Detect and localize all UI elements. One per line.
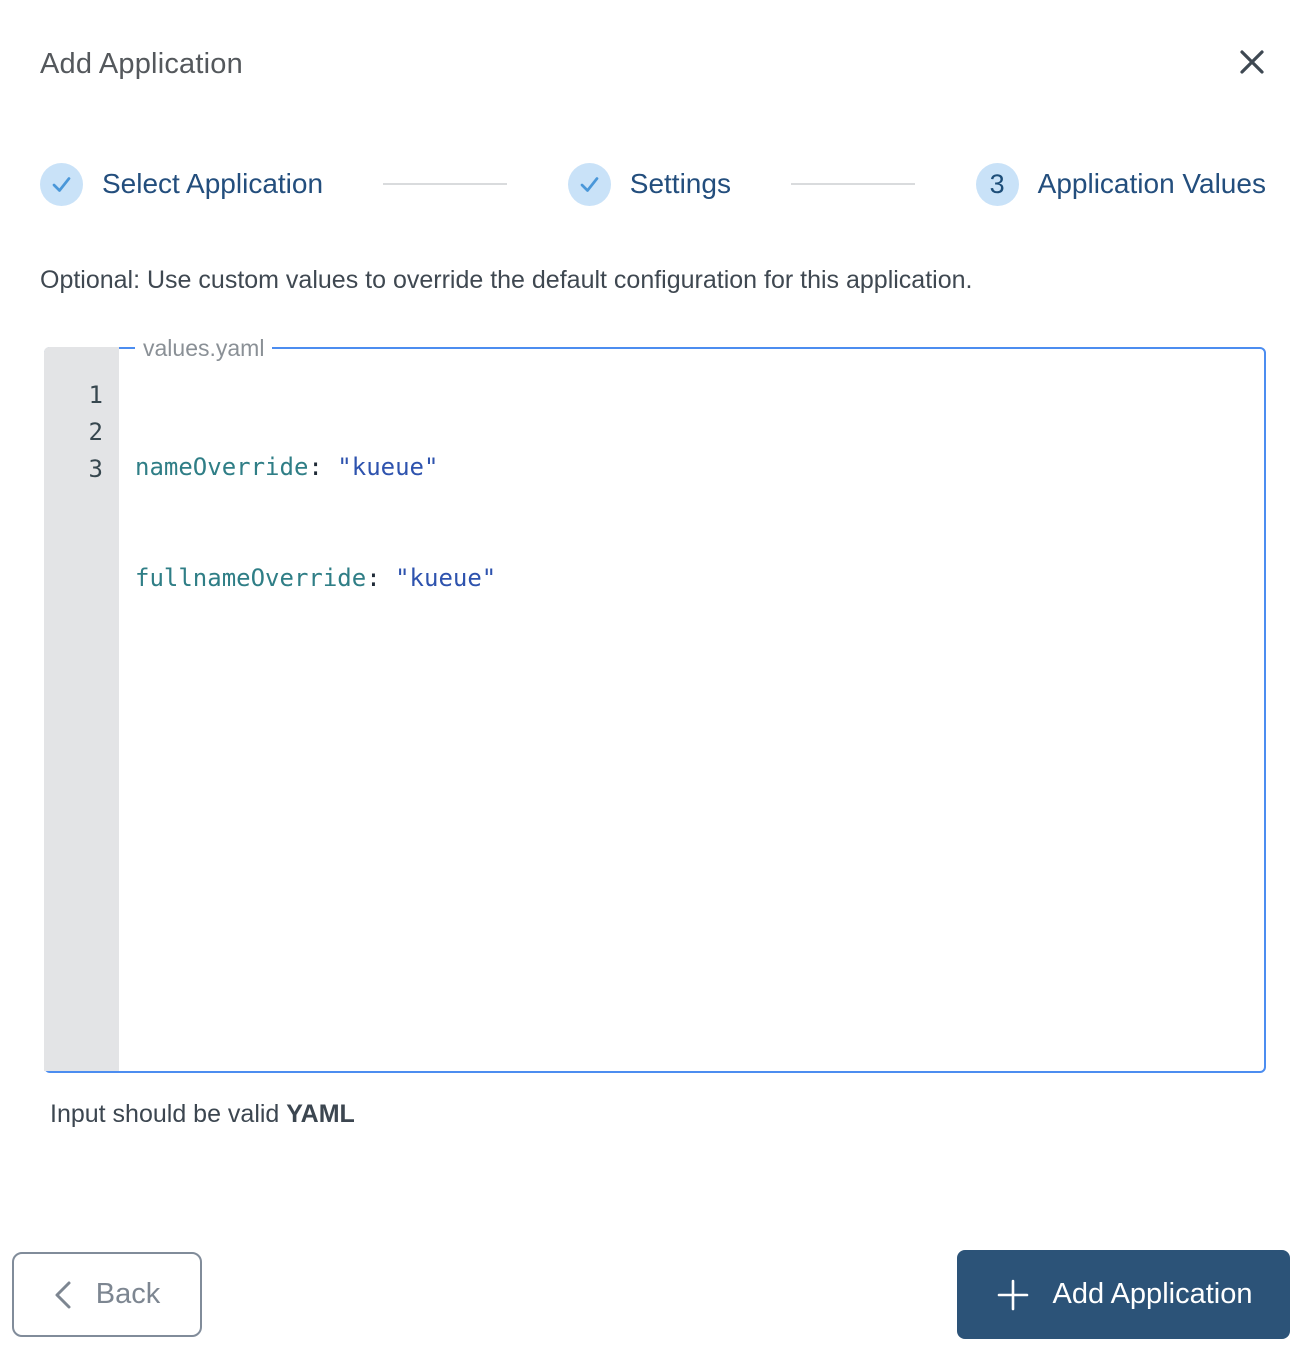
back-button[interactable]: Back [12,1252,202,1337]
chevron-left-icon [54,1279,72,1311]
step-3-label: Application Values [1037,168,1266,199]
add-application-button-label: Add Application [1052,1278,1253,1310]
close-icon [1237,47,1267,77]
yaml-key: nameOverride [135,453,309,481]
yaml-string: "kueue" [395,564,497,592]
line-number-gutter: 1 2 3 [44,347,119,1071]
stepper-connector [791,183,916,185]
step-1-label: Select Application [102,168,324,199]
hint-emphasis: YAML [286,1100,355,1128]
step-1-circle [40,162,83,206]
check-icon [578,173,601,196]
step-3-number: 3 [989,168,1005,199]
values-editor: values.yaml 1 2 3 nameOverride: "kueue" … [44,334,1266,1073]
validation-hint: Input should be valid YAML [50,1100,1266,1129]
check-icon [50,173,73,196]
yaml-key: fullnameOverride [135,564,367,592]
stepper: Select Application Settings 3 Applicatio… [40,162,1266,206]
description-text: Optional: Use custom values to override … [40,266,973,294]
yaml-colon: : [308,453,323,481]
dialog-header: Add Application [0,0,1308,82]
step-settings[interactable]: Settings [567,162,731,206]
line-number: 3 [88,455,103,483]
dialog-footer: Back Add Application [12,1250,1290,1339]
step-3-circle: 3 [975,162,1019,206]
yaml-editor[interactable]: nameOverride: "kueue" fullnameOverride: … [119,349,1264,1071]
step-2-circle [567,162,611,206]
step-application-values[interactable]: 3 Application Values [975,162,1266,206]
add-application-button[interactable]: Add Application [957,1250,1290,1339]
step-select-application[interactable]: Select Application [40,162,324,206]
back-button-label: Back [95,1278,161,1310]
stepper-connector [383,183,508,185]
line-number: 2 [88,418,103,446]
add-application-dialog: Add Application Select Application Setti… [0,0,1308,1352]
editor-filename-label: values.yaml [135,334,273,362]
close-button[interactable] [1236,46,1268,78]
code-line: nameOverride: "kueue" [135,449,1254,486]
code-line: fullnameOverride: "kueue" [135,560,1254,597]
step-2-label: Settings [629,168,731,199]
yaml-colon: : [366,564,381,592]
hint-text: Input should be valid [50,1100,287,1128]
plus-icon [995,1277,1031,1313]
page-title: Add Application [40,48,243,80]
values-editor-wrap: values.yaml 1 2 3 nameOverride: "kueue" … [44,334,1266,1073]
line-number: 1 [88,381,103,409]
yaml-string: "kueue" [337,453,439,481]
